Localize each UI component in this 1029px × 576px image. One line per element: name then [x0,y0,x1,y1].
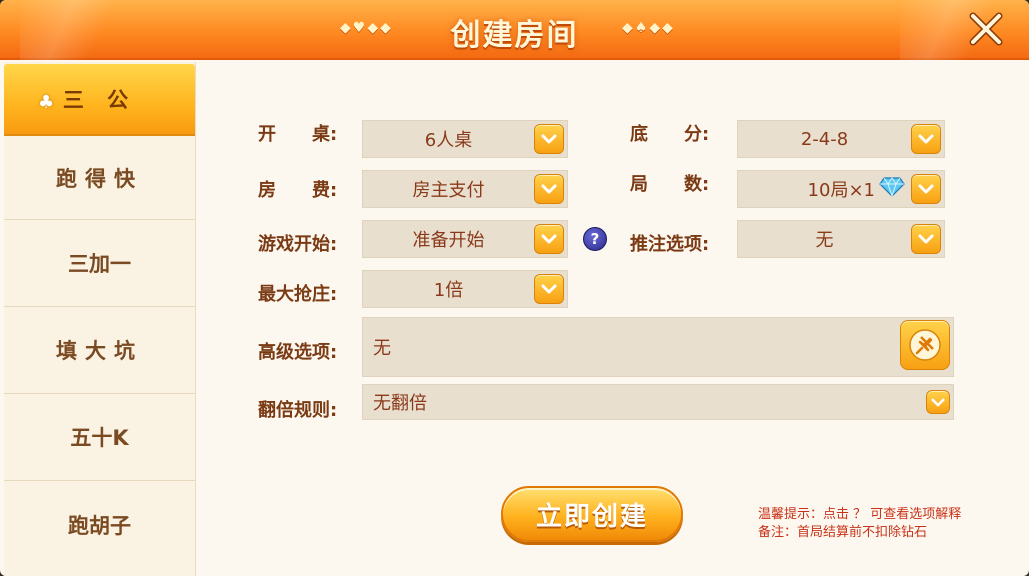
room-fee-value: 房主支付 [412,180,485,201]
help-icon[interactable]: ? [583,227,607,251]
max-banker-value: 1倍 [433,280,464,301]
diamond-icon [879,177,905,201]
rounds-label: 局 数: [630,174,710,195]
chevron-down-icon[interactable] [911,124,941,154]
base-score-label: 底 分: [630,124,710,145]
game-start-select[interactable]: 准备开始 [362,220,568,258]
club-icon: ♣ [38,92,63,113]
chevron-down-icon[interactable] [534,224,564,254]
game-type-sidebar: ♣ 三 公 跑得快 三加一 填大坑 五十K 跑胡子 [4,62,196,576]
chevron-down-icon[interactable] [926,390,950,414]
sidebar-item-label: 三加一 [68,252,131,276]
room-fee-label: 房 费: [258,180,338,201]
dialog-title: 创建房间 [450,18,579,53]
rounds-value: 10局×1 [807,180,875,201]
suit-deco-right: ◆♠◆◆ [622,20,675,36]
close-button[interactable] [965,8,1007,50]
sidebar-item-tiandakeng[interactable]: 填大坑 [4,307,195,394]
chevron-down-icon[interactable] [911,224,941,254]
sidebar-item-wushik[interactable]: 五十K [4,394,195,481]
sidebar-item-paohuzi[interactable]: 跑胡子 [4,481,195,568]
pin-icon [909,329,941,361]
advanced-options-field[interactable]: 无 [362,317,954,377]
bet-option-value: 无 [815,230,834,251]
max-banker-label: 最大抢庄: [258,284,338,305]
create-room-dialog: ◆♥◆◆ 创建房间 ◆♠◆◆ ♣ 三 公 跑得快 三加一 填大坑 五十K 跑胡子 [0,0,1029,576]
chevron-down-icon[interactable] [534,174,564,204]
sidebar-item-label: 三 公 [62,88,137,112]
create-room-button[interactable]: 立即创建 [501,486,683,542]
double-rule-label: 翻倍规则: [258,400,338,421]
game-start-label: 游戏开始: [258,234,338,255]
advanced-options-value: 无 [373,338,391,359]
hint-text: 温馨提示：点击 ？ 可查看选项解释 [758,507,962,522]
sidebar-item-sangong[interactable]: ♣ 三 公 [4,64,195,136]
close-icon [969,12,1003,46]
sidebar-item-sanjiayi[interactable]: 三加一 [4,220,195,307]
base-score-value: 2-4-8 [800,128,849,150]
chevron-down-icon[interactable] [534,124,564,154]
rounds-select[interactable]: 10局×1 [737,170,945,208]
chevron-down-icon[interactable] [911,174,941,204]
room-fee-select[interactable]: 房主支付 [362,170,568,208]
table-size-label: 开 桌: [258,124,338,145]
dialog-header: ◆♥◆◆ 创建房间 ◆♠◆◆ [0,0,1029,60]
sidebar-item-label: 五十K [70,426,129,450]
double-rule-value: 无翻倍 [373,393,427,414]
bet-option-label: 推注选项: [630,234,710,255]
note-text: 备注：首局结算前不扣除钻石 [758,525,928,540]
table-size-value: 6人桌 [424,130,473,151]
sidebar-item-label: 跑胡子 [68,513,131,538]
chevron-down-icon[interactable] [534,274,564,304]
game-start-value: 准备开始 [412,230,485,251]
double-rule-select[interactable]: 无翻倍 [362,384,954,420]
create-room-button-label: 立即创建 [535,501,648,532]
bet-option-select[interactable]: 无 [737,220,945,258]
advanced-options-button[interactable] [900,320,950,370]
base-score-select[interactable]: 2-4-8 [737,120,945,158]
table-size-select[interactable]: 6人桌 [362,120,568,158]
advanced-options-label: 高级选项: [258,342,338,363]
sidebar-item-label: 跑得快 [56,166,143,191]
sidebar-item-paodekuai[interactable]: 跑得快 [4,136,195,220]
sidebar-item-label: 填大坑 [56,339,143,363]
room-options-form: 开 桌: 6人桌 底 分: 2-4-8 房 费: 房主支付 局 数: 10局×1 [196,62,1029,576]
max-banker-select[interactable]: 1倍 [362,270,568,308]
